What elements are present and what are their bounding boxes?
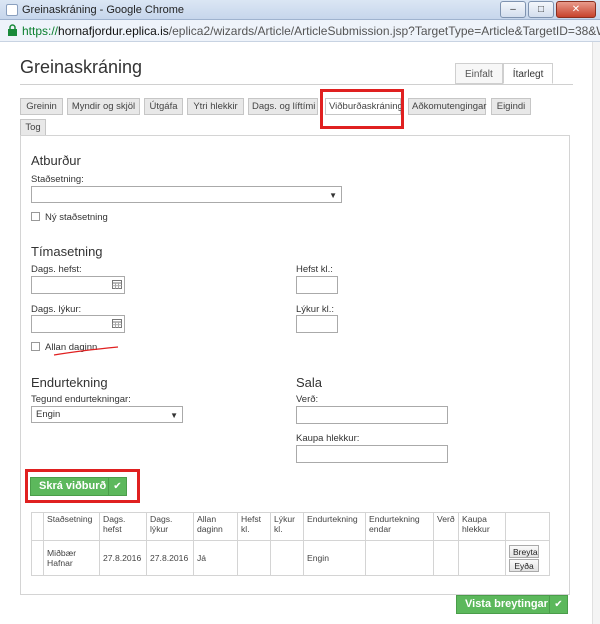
recurrence-type-value: Engin (36, 409, 61, 420)
table-cell-start: 27.8.2016 (99, 540, 147, 576)
tab-greinin[interactable]: Greinin (20, 98, 63, 115)
window-titlebar: Greinaskráning - Google Chrome – □ ✕ (0, 0, 600, 20)
start-date-input[interactable] (31, 276, 125, 294)
price-input[interactable] (296, 406, 448, 424)
table-row: Miðbær Hafnar 27.8.2016 27.8.2016 Já Eng… (31, 540, 550, 576)
tab-tog[interactable]: Tog (20, 119, 46, 136)
recurrence-type-label: Tegund endurtekningar: (31, 394, 131, 405)
page-favicon-icon (6, 4, 18, 16)
table-header: Endurtekning endar (365, 512, 434, 541)
page-title: Greinaskráning (20, 57, 143, 77)
table-cell-recurrence-end (365, 540, 434, 576)
mode-toggle: Einfalt Ítarlegt (455, 63, 554, 84)
table-cell-spacer (31, 540, 44, 576)
window-title: Greinaskráning - Google Chrome (22, 4, 185, 16)
price-label: Verð: (296, 394, 319, 405)
table-header: Kaupa hlekkur (458, 512, 506, 541)
table-header: Allan daginn (193, 512, 238, 541)
table-cell-all-day: Já (193, 540, 238, 576)
tab-utgafa[interactable]: Útgáfa (144, 98, 183, 115)
table-header-spacer (31, 512, 44, 541)
table-cell-location: Miðbær Hafnar (43, 540, 100, 576)
table-cell-recurrence: Engin (303, 540, 366, 576)
red-underline-annotation (53, 346, 119, 356)
checkmark-icon: ✔ (108, 478, 126, 495)
dropdown-arrow-icon: ▼ (170, 411, 178, 420)
mode-simple-tab[interactable]: Einfalt (455, 63, 503, 84)
buy-link-input[interactable] (296, 445, 448, 463)
new-location-checkbox[interactable] (31, 212, 40, 221)
start-time-label: Hefst kl.: (296, 264, 333, 275)
end-time-label: Lýkur kl.: (296, 304, 335, 315)
table-cell-buy-link (458, 540, 506, 576)
close-window-button[interactable]: ✕ (556, 1, 596, 18)
time-section-title: Tímasetning (31, 244, 103, 259)
divider (20, 84, 573, 85)
table-header: Verð (433, 512, 459, 541)
new-location-label: Ný staðsetning (45, 212, 108, 223)
minimize-button[interactable]: – (500, 1, 526, 18)
table-cell-start-time (237, 540, 271, 576)
save-changes-label: Vista breytingar (465, 598, 548, 610)
tab-vidburdaskraning[interactable]: Viðburðaskráning (325, 98, 403, 115)
tab-dags-liftimi[interactable]: Dags. og líftími (248, 98, 318, 115)
location-label: Staðsetning: (31, 174, 84, 185)
table-header-row: Staðsetning Dags. hefst Dags. lýkur Alla… (31, 512, 550, 541)
table-header: Dags. hefst (99, 512, 147, 541)
event-section-title: Atburður (31, 153, 81, 168)
end-date-label: Dags. lýkur: (31, 304, 82, 315)
address-bar[interactable]: https://hornafjordur.eplica.is/eplica2/w… (0, 20, 600, 42)
all-day-checkbox[interactable] (31, 342, 40, 351)
calendar-icon[interactable] (112, 319, 122, 328)
tab-adkomutengingar[interactable]: Aðkomutengingar (408, 98, 486, 115)
table-cell-end: 27.8.2016 (146, 540, 194, 576)
recurrence-section-title: Endurtekning (31, 375, 108, 390)
events-table: Staðsetning Dags. hefst Dags. lýkur Alla… (31, 512, 550, 576)
url-text[interactable]: https://hornafjordur.eplica.is/eplica2/w… (22, 24, 600, 38)
location-select[interactable]: ▼ (31, 186, 342, 203)
table-header: Staðsetning (43, 512, 100, 541)
register-event-label: Skrá viðburð (39, 480, 107, 492)
tab-eigindi[interactable]: Eigindi (491, 98, 531, 115)
end-date-input[interactable] (31, 315, 125, 333)
maximize-button[interactable]: □ (528, 1, 554, 18)
scrollbar[interactable] (592, 42, 600, 624)
dropdown-arrow-icon: ▼ (329, 191, 337, 200)
mode-advanced-tab[interactable]: Ítarlegt (502, 63, 554, 84)
table-cell-price (433, 540, 459, 576)
edit-row-button[interactable]: Breyta (509, 544, 539, 558)
tab-ytri-hlekkir[interactable]: Ytri hlekkir (187, 98, 244, 115)
sales-section-title: Sala (296, 375, 323, 390)
delete-row-button[interactable]: Eyða (509, 558, 539, 572)
checkmark-icon: ✔ (549, 596, 567, 613)
save-changes-button[interactable]: Vista breytingar ✔ (456, 595, 568, 614)
table-header: Lýkur kl. (270, 512, 304, 541)
table-cell-end-time (270, 540, 304, 576)
lock-icon (8, 24, 17, 36)
recurrence-type-select[interactable]: Engin ▼ (31, 406, 183, 423)
start-date-label: Dags. hefst: (31, 264, 82, 275)
window-controls: – □ ✕ (500, 1, 596, 18)
table-cell-actions: Breyta Eyða (505, 540, 550, 576)
calendar-icon[interactable] (112, 280, 122, 289)
table-header: Endurtekning (303, 512, 366, 541)
table-header: Hefst kl. (237, 512, 271, 541)
table-header-actions (505, 512, 550, 541)
tab-myndir[interactable]: Myndir og skjöl (67, 98, 140, 115)
end-time-input[interactable] (296, 315, 338, 333)
start-time-input[interactable] (296, 276, 338, 294)
buy-link-label: Kaupa hlekkur: (296, 433, 360, 444)
register-event-button[interactable]: Skrá viðburð ✔ (30, 477, 127, 496)
table-header: Dags. lýkur (146, 512, 194, 541)
